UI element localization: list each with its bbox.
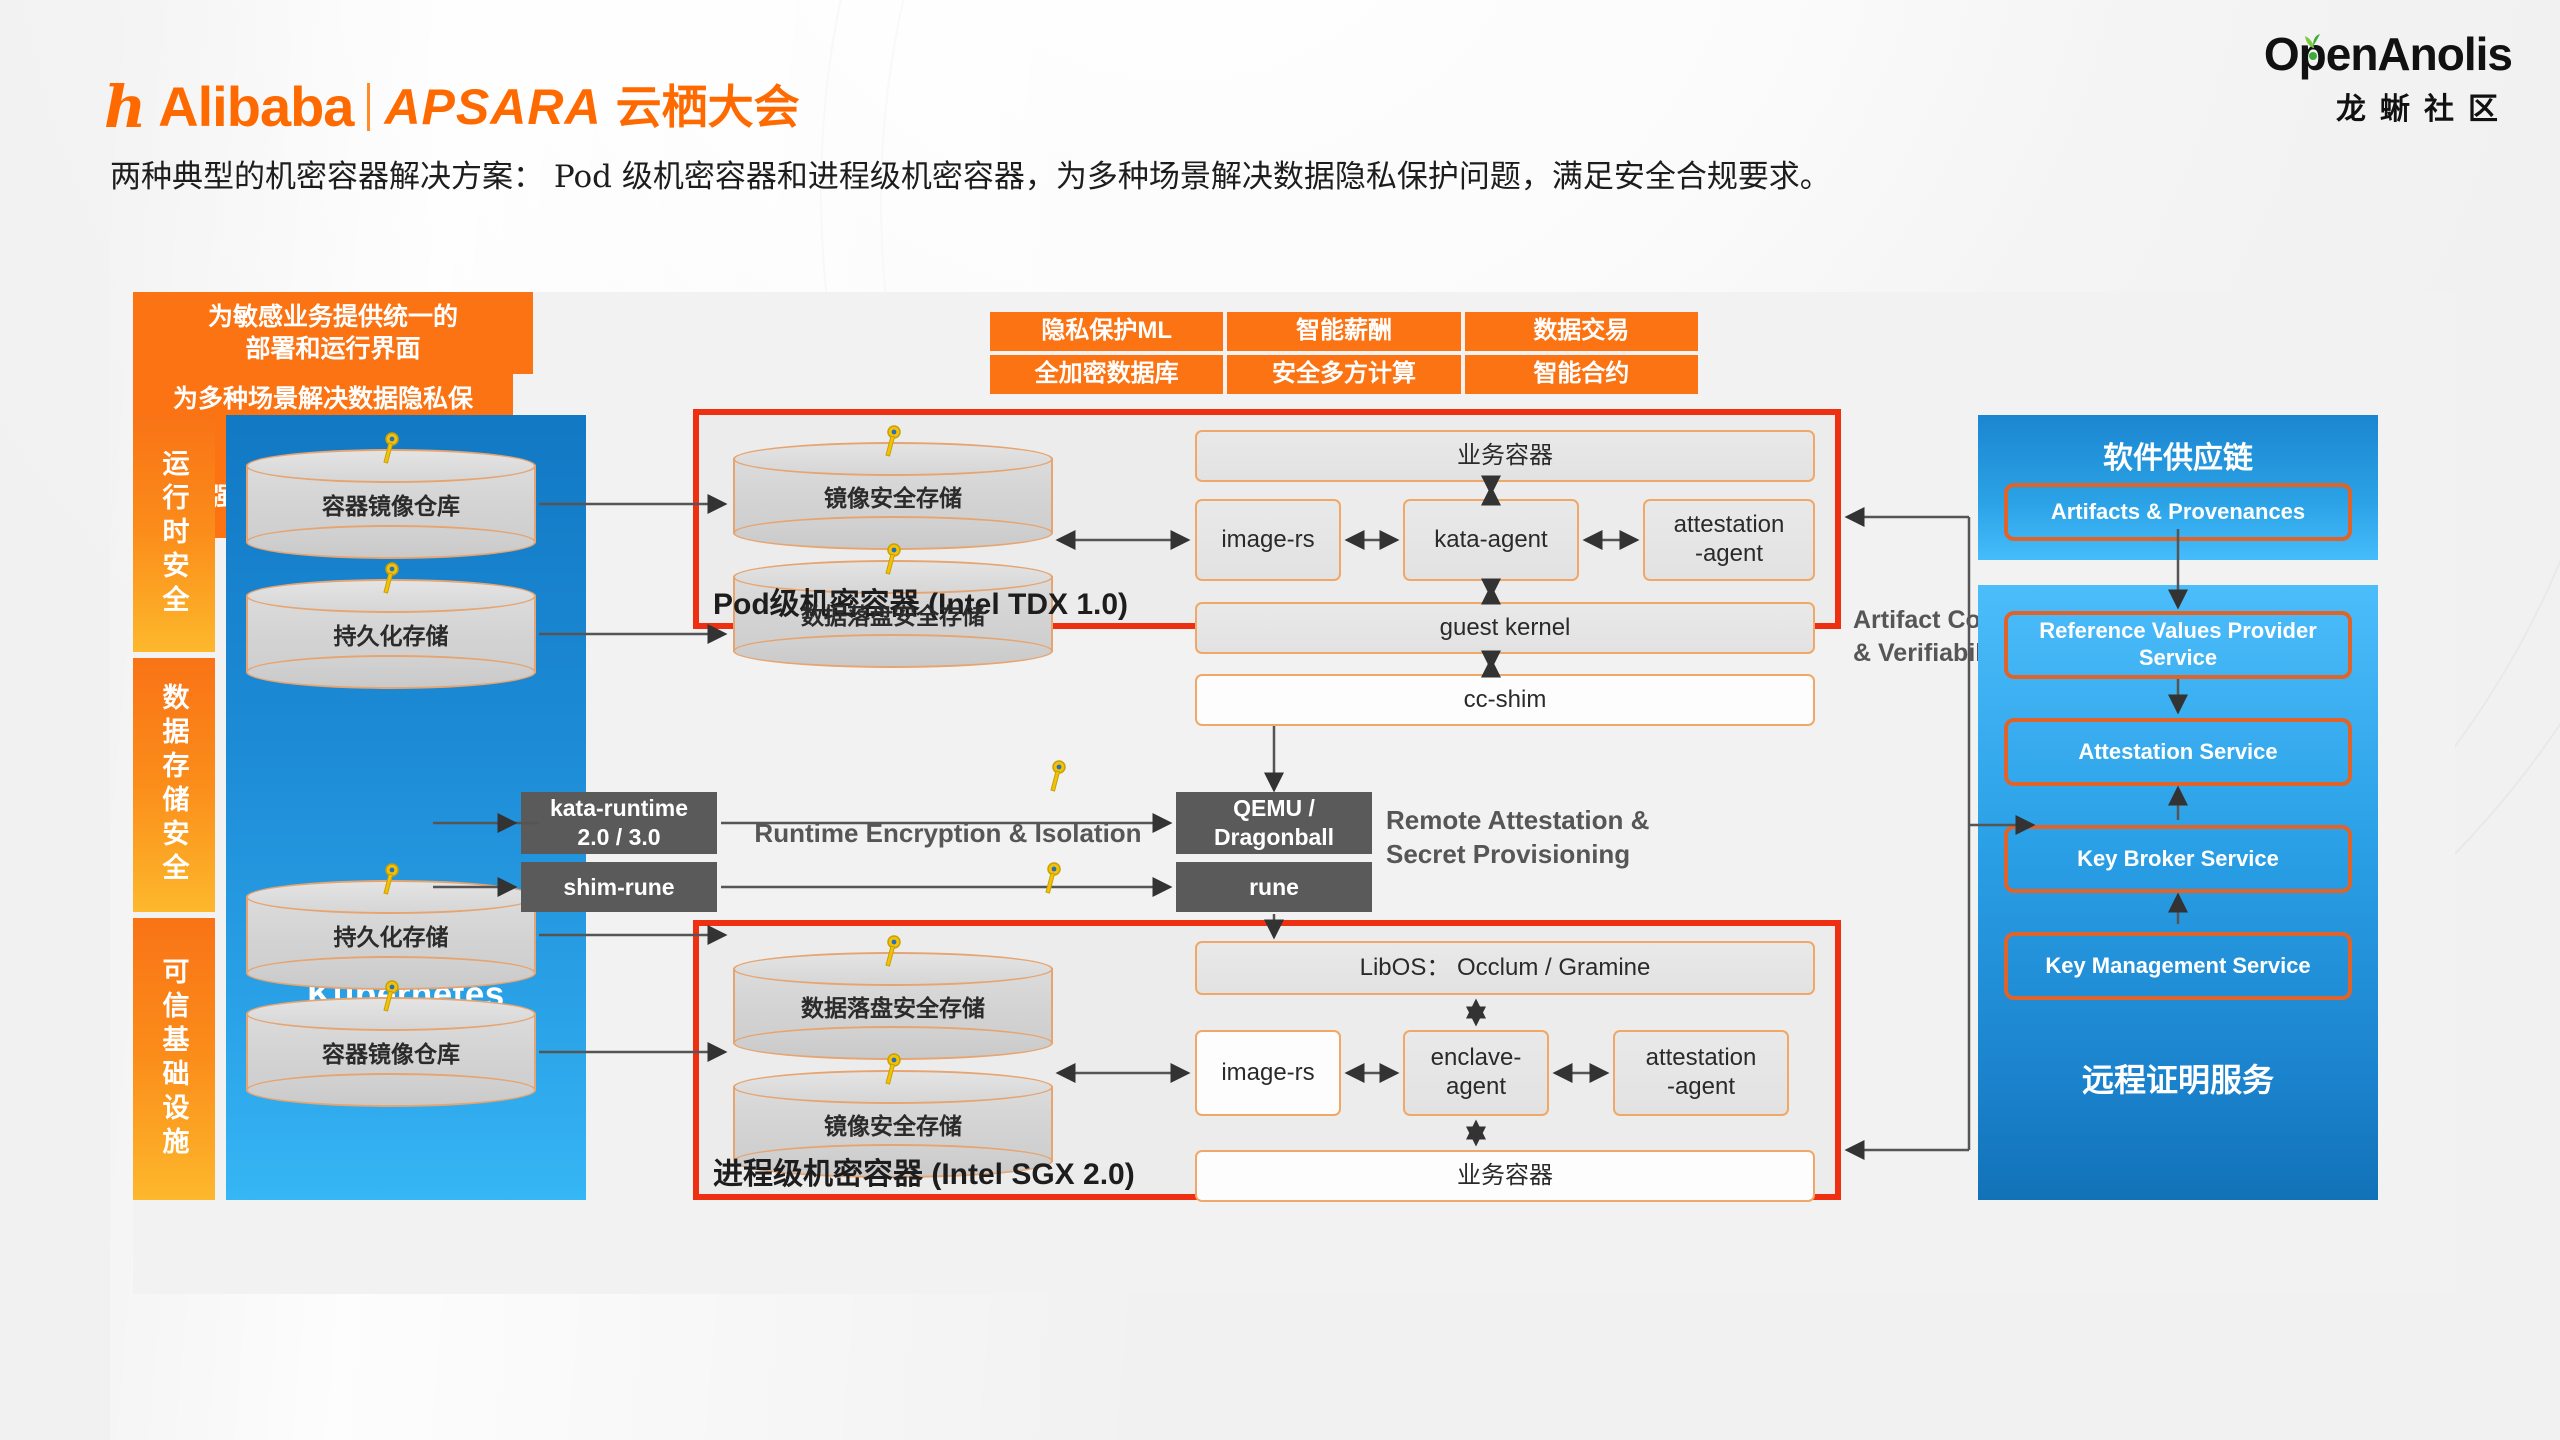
kata-runtime-box: kata-runtime 2.0 / 3.0 xyxy=(521,792,717,854)
cylinder-label: 镜像安全存储 xyxy=(824,485,962,511)
openanolis-community-name: 龙蜥社区 xyxy=(2336,93,2512,127)
qemu-dragonball-box: QEMU / Dragonball xyxy=(1176,792,1372,854)
shim-rune-box: shim-rune xyxy=(521,862,717,912)
banner-unified-deployment: 为敏感业务提供统一的 部署和运行界面 xyxy=(133,292,533,374)
openanolis-rest: penAnolis xyxy=(2298,28,2513,80)
key-icon xyxy=(383,863,399,895)
openanolis-wordmark: OpenAnolis xyxy=(2263,28,2513,82)
scenario-smart-payroll: 智能薪酬 xyxy=(1227,312,1461,351)
software-supply-chain-block: 软件供应链 Artifacts & Provenances xyxy=(1978,415,2378,560)
sgx-panel-title: 进程级机密容器 (Intel SGX 2.0) xyxy=(713,1158,1135,1191)
artifacts-provenances-box: Artifacts & Provenances xyxy=(2004,483,2352,541)
sgx-image-rs: image-rs xyxy=(1195,1030,1341,1116)
attestation-services-title: 远程证明服务 xyxy=(2081,1062,2274,1098)
sgx-enclave-agent: enclave- agent xyxy=(1403,1030,1549,1116)
pod-cc-shim: cc-shim xyxy=(1195,674,1815,726)
scenario-data-trading: 数据交易 xyxy=(1464,312,1698,351)
key-icon xyxy=(383,980,399,1012)
key-icon xyxy=(885,1053,901,1085)
scenario-mpc: 安全多方计算 xyxy=(1227,355,1461,394)
key-icon xyxy=(383,432,399,464)
pod-image-rs: image-rs xyxy=(1195,499,1341,581)
key-icon xyxy=(383,562,399,594)
key-broker-service[interactable]: Key Broker Service xyxy=(2004,825,2352,893)
sgx-attestation-agent: attestation -agent xyxy=(1613,1030,1789,1116)
pod-attestation-agent: attestation -agent xyxy=(1643,499,1815,581)
alibaba-apsara-logo: ℎ Alibaba APSARA 云栖大会 xyxy=(104,78,800,136)
key-icon xyxy=(885,543,901,575)
pillar-trusted-infrastructure: 可信基础设施 xyxy=(133,918,215,1200)
anolis-leaf-icon xyxy=(2304,34,2320,82)
alibaba-wordmark: Alibaba xyxy=(158,75,354,138)
key-icon xyxy=(1050,760,1066,792)
store-label: 容器镜像仓库 xyxy=(322,493,460,519)
reference-values-provider-service[interactable]: Reference Values Provider Service xyxy=(2004,611,2352,679)
apsara-wordmark: APSARA xyxy=(384,79,602,135)
slide-subtitle: 两种典型的机密容器解决方案： Pod 级机密容器和进程级机密容器，为多种场景解决… xyxy=(110,159,1831,195)
openanolis-o: O xyxy=(2263,28,2300,80)
store-label: 持久化存储 xyxy=(333,924,449,950)
store-label: 容器镜像仓库 xyxy=(322,1041,460,1067)
remote-attestation-label: Remote Attestation & Secret Provisioning xyxy=(1386,805,1650,869)
key-icon xyxy=(1045,862,1061,894)
scenario-privacy-ml: 隐私保护ML xyxy=(990,312,1224,351)
architecture-diagram: 为敏感业务提供统一的 部署和运行界面 为多种场景解决数据隐私保 护与合规问题 隐… xyxy=(133,292,2455,1294)
store-label: 持久化存储 xyxy=(333,623,449,649)
logo-divider xyxy=(367,83,371,131)
scenario-smart-contract: 智能合约 xyxy=(1464,355,1698,394)
apsara-chinese-name: 云栖大会 xyxy=(615,81,800,133)
pod-kata-agent: kata-agent xyxy=(1403,499,1579,581)
pillar-storage-security: 数据存储安全 xyxy=(133,658,215,912)
sgx-workload-container: 业务容器 xyxy=(1195,1150,1815,1202)
key-icon xyxy=(885,425,901,457)
cylinder-label: 镜像安全存储 xyxy=(824,1113,962,1139)
pillar-runtime-security: 运行时安全 xyxy=(133,415,215,652)
pod-guest-kernel: guest kernel xyxy=(1195,602,1815,654)
pod-workload-container: 业务容器 xyxy=(1195,430,1815,482)
openanolis-logo: OpenAnolis 龙蜥社区 xyxy=(2263,28,2513,128)
scenario-banner-grid: 隐私保护ML 智能薪酬 数据交易 全加密数据库 安全多方计算 智能合约 xyxy=(990,312,1698,394)
sgx-libos: LibOS： Occlum / Gramine xyxy=(1195,941,1815,995)
key-management-service[interactable]: Key Management Service xyxy=(2004,932,2352,1000)
rune-box: rune xyxy=(1176,862,1372,912)
remote-attestation-services-block: Reference Values Provider Service Attest… xyxy=(1978,585,2378,1200)
attestation-service[interactable]: Attestation Service xyxy=(2004,718,2352,786)
cylinder-label: 数据落盘安全存储 xyxy=(801,995,985,1021)
scenario-encrypted-db: 全加密数据库 xyxy=(990,355,1224,394)
alibaba-mark-icon: ℎ xyxy=(104,73,146,141)
supply-chain-title: 软件供应链 xyxy=(2103,442,2253,475)
key-icon xyxy=(885,935,901,967)
cylinder-label: 数据落盘安全存储 xyxy=(801,603,985,629)
runtime-encryption-isolation-label: Runtime Encryption & Isolation xyxy=(754,818,1142,848)
